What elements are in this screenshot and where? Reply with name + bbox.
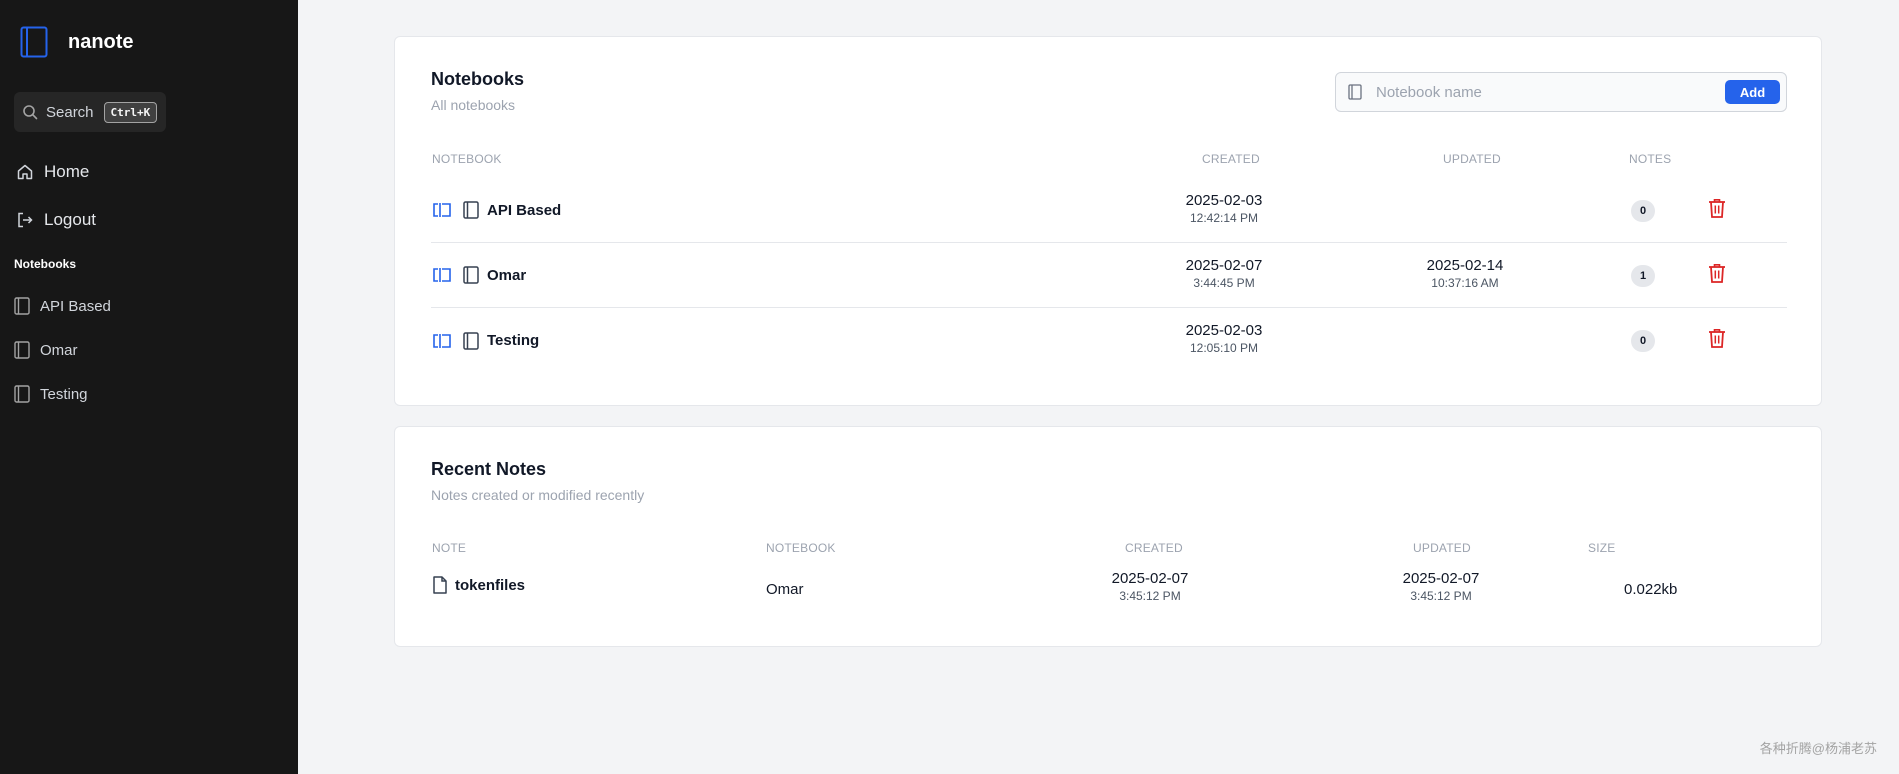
notebook-icon — [14, 341, 30, 359]
updated-date: 2025-02-07 — [1402, 570, 1480, 587]
note-notebook[interactable]: Omar — [766, 581, 804, 598]
app-name: nanote — [68, 30, 134, 53]
notebook-icon — [14, 385, 30, 403]
add-notebook-button[interactable]: Add — [1725, 80, 1780, 104]
home-icon — [16, 163, 34, 181]
updated-cell — [1385, 192, 1545, 194]
created-time: 12:42:14 PM — [1189, 211, 1259, 225]
sidebar: nanote Search Ctrl+K Home Logout Noteboo… — [0, 0, 298, 774]
notebook-icon — [14, 297, 30, 315]
created-date: 2025-02-07 — [1111, 570, 1189, 587]
created-cell: 2025-02-07 3:44:45 PM — [1144, 257, 1304, 290]
nav-logout-label: Logout — [44, 210, 96, 229]
table-row: API Based 2025-02-03 12:42:14 PM 0 — [431, 178, 1787, 243]
notebook-name-cell: Omar — [431, 243, 526, 307]
updated-date: 2025-02-14 — [1426, 257, 1504, 274]
search-label: Search — [46, 103, 94, 121]
col-header-notebook: NOTEBOOK — [432, 152, 502, 166]
recent-notes-title: Recent Notes — [431, 459, 547, 479]
table-row: Testing 2025-02-03 12:05:10 PM 0 — [431, 308, 1787, 373]
search-icon — [22, 104, 38, 120]
sidebar-item-label: Testing — [40, 385, 88, 403]
updated-cell: 2025-02-07 3:45:12 PM — [1361, 570, 1521, 603]
nav-home-label: Home — [44, 162, 90, 181]
created-cell: 2025-02-03 12:42:14 PM — [1144, 192, 1304, 225]
notes-count-badge: 0 — [1631, 330, 1655, 352]
search-shortcut-badge: Ctrl+K — [103, 101, 158, 123]
notes-count-badge: 1 — [1631, 265, 1655, 287]
notebook-icon — [463, 201, 479, 219]
sidebar-toggle-icon[interactable] — [431, 333, 453, 349]
col-header-notes: NOTES — [1629, 152, 1672, 166]
nav-logout[interactable]: Logout — [16, 210, 96, 230]
notes-count-badge: 0 — [1631, 200, 1655, 222]
notebook-icon — [463, 331, 479, 350]
delete-icon[interactable] — [1708, 328, 1726, 353]
sidebar-item-label: Omar — [40, 341, 78, 359]
col-header-updated: UPDATED — [1443, 152, 1501, 166]
created-time: 3:45:12 PM — [1119, 589, 1181, 603]
notebook-link[interactable]: API Based — [487, 202, 561, 219]
watermark: 各种折腾@杨浦老苏 — [1759, 741, 1877, 756]
created-date: 2025-02-03 — [1185, 192, 1263, 209]
created-time: 12:05:10 PM — [1189, 341, 1259, 355]
created-date: 2025-02-03 — [1185, 322, 1263, 339]
logo-icon — [20, 26, 48, 58]
table-row: tokenfiles Omar 2025-02-07 3:45:12 PM 20… — [431, 566, 1787, 616]
sidebar-toggle-icon[interactable] — [431, 267, 453, 283]
recent-notes-card: Recent Notes Notes created or modified r… — [394, 426, 1822, 647]
col-header-updated: UPDATED — [1413, 541, 1471, 555]
updated-time: 10:37:16 AM — [1431, 276, 1499, 290]
updated-cell — [1385, 322, 1545, 324]
logout-icon — [16, 211, 34, 229]
created-cell: 2025-02-07 3:45:12 PM — [1070, 570, 1230, 603]
note-link[interactable]: tokenfiles — [455, 577, 525, 594]
col-header-notebook: NOTEBOOK — [766, 541, 836, 555]
notebook-name-cell: Testing — [431, 308, 539, 373]
sidebar-item-testing[interactable]: Testing — [14, 385, 88, 403]
brand[interactable]: nanote — [20, 26, 134, 58]
sidebar-toggle-icon[interactable] — [431, 202, 453, 218]
notebooks-card: Notebooks All notebooks Add NOTEBOOK CRE… — [394, 36, 1822, 406]
note-name-cell: tokenfiles — [433, 576, 525, 594]
col-header-note: NOTE — [432, 541, 467, 555]
col-header-created: CREATED — [1202, 152, 1260, 166]
notebook-icon — [1348, 84, 1362, 100]
nav-home[interactable]: Home — [16, 162, 89, 182]
notebooks-heading: Notebooks — [14, 257, 77, 271]
updated-cell: 2025-02-14 10:37:16 AM — [1385, 257, 1545, 290]
notebook-icon — [463, 266, 479, 284]
notebook-link[interactable]: Omar — [487, 267, 526, 284]
created-time: 3:44:45 PM — [1193, 276, 1255, 290]
note-size: 0.022kb — [1624, 581, 1678, 598]
notebooks-subtitle: All notebooks — [431, 97, 516, 113]
notebook-link[interactable]: Testing — [487, 332, 539, 349]
delete-icon[interactable] — [1708, 263, 1726, 288]
sidebar-item-api-based[interactable]: API Based — [14, 297, 111, 315]
created-date: 2025-02-07 — [1185, 257, 1263, 274]
notebook-name-cell: API Based — [431, 178, 561, 242]
updated-time: 3:45:12 PM — [1410, 589, 1472, 603]
col-header-created: CREATED — [1125, 541, 1183, 555]
delete-icon[interactable] — [1708, 198, 1726, 223]
notebooks-title: Notebooks — [431, 69, 525, 89]
table-row: Omar 2025-02-07 3:44:45 PM 2025-02-14 10… — [431, 243, 1787, 308]
new-notebook-form: Add — [1335, 72, 1787, 112]
recent-notes-subtitle: Notes created or modified recently — [431, 487, 645, 503]
search-button[interactable]: Search Ctrl+K — [14, 92, 166, 132]
sidebar-item-omar[interactable]: Omar — [14, 341, 78, 359]
notebook-name-input[interactable] — [1376, 83, 1716, 101]
created-cell: 2025-02-03 12:05:10 PM — [1144, 322, 1304, 355]
sidebar-item-label: API Based — [40, 297, 111, 315]
col-header-size: SIZE — [1588, 541, 1616, 555]
file-icon — [433, 576, 447, 594]
